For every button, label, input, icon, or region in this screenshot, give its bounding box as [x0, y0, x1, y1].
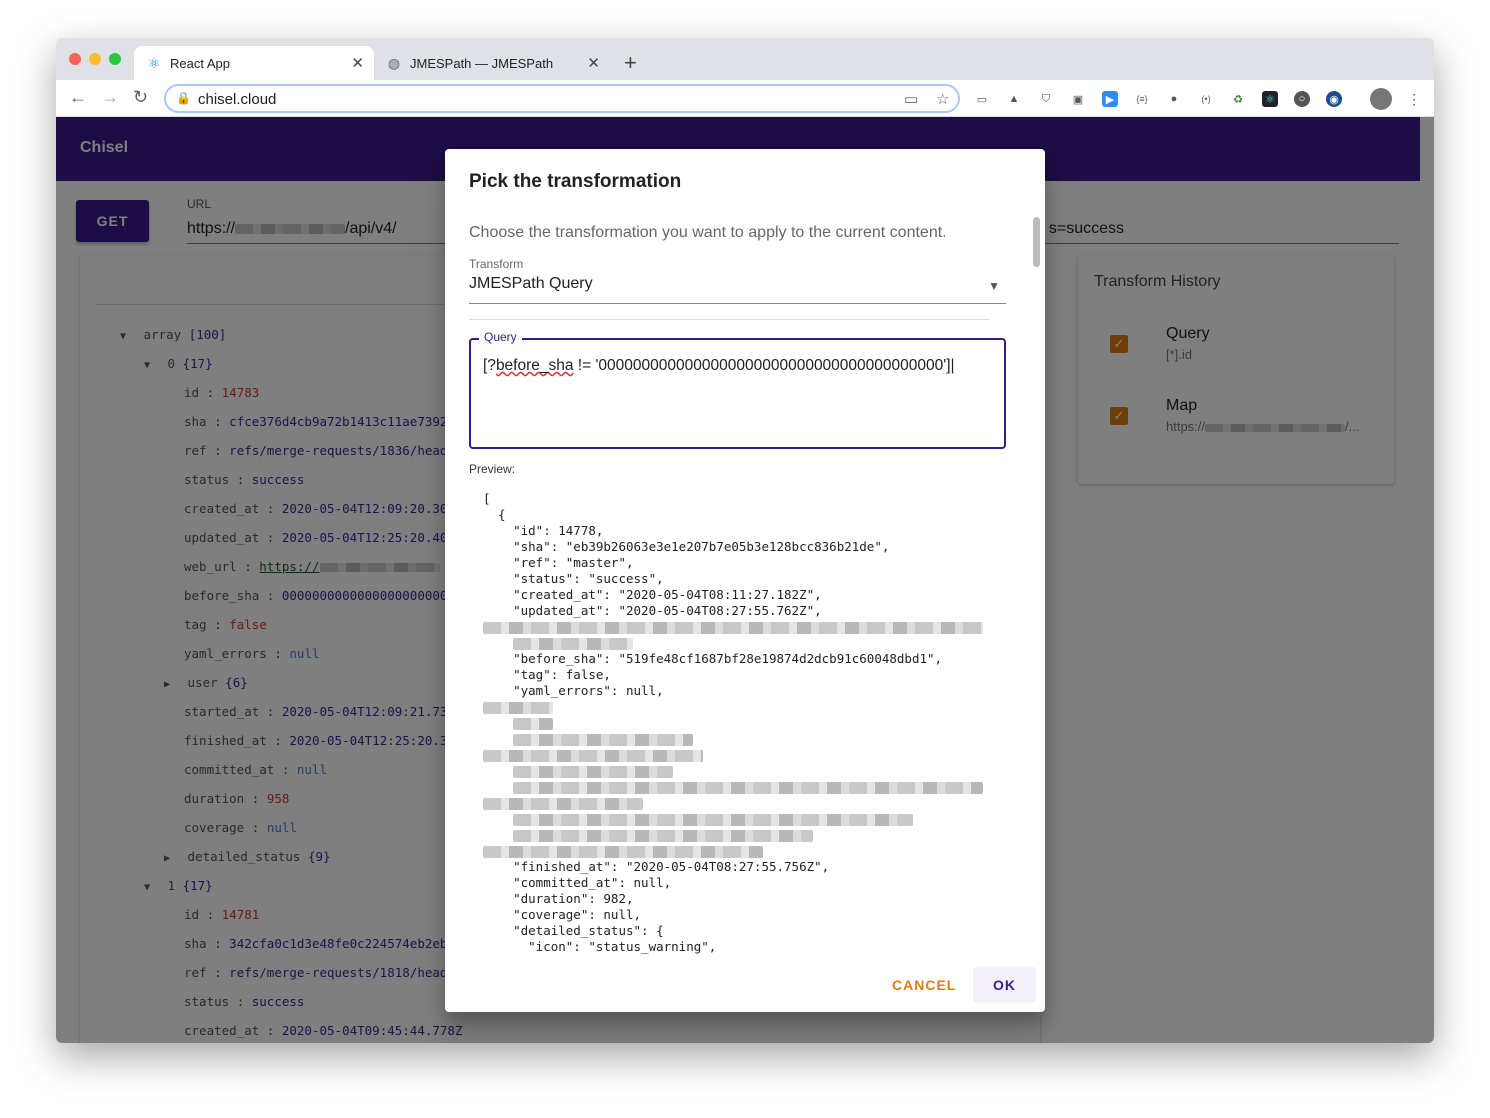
preview-line: "detailed_status": {	[483, 923, 664, 938]
preview-line: "duration": 982,	[483, 891, 634, 906]
query-label: Query	[479, 330, 522, 344]
tab-title: JMESPath — JMESPath	[410, 55, 554, 71]
preview-line: "yaml_errors": null,	[483, 683, 664, 698]
redacted-text	[483, 731, 983, 747]
transformation-dialog: Pick the transformation Choose the trans…	[445, 149, 1045, 1012]
close-tab-icon[interactable]: ✕	[351, 54, 364, 72]
redacted-text	[483, 699, 983, 715]
extension-circle-icon[interactable]: ○	[1294, 91, 1310, 107]
avatar[interactable]	[1370, 88, 1392, 110]
redacted-text	[483, 747, 983, 763]
preview-line: "id": 14778,	[483, 523, 604, 538]
back-arrow-icon[interactable]: ←	[69, 87, 87, 108]
extension-drive-icon[interactable]: ▲	[1006, 91, 1022, 107]
divider	[469, 319, 989, 320]
transform-selected-value: JMESPath Query	[469, 275, 593, 292]
preview-line: "coverage": null,	[483, 907, 642, 922]
query-input[interactable]: Query [?before_sha != '00000000000000000…	[469, 330, 1006, 449]
address-text: chisel.cloud	[198, 91, 277, 108]
redacted-text	[483, 827, 983, 843]
globe-icon: ◍	[387, 54, 401, 71]
dialog-title: Pick the transformation	[469, 171, 682, 192]
extension-zoom-icon[interactable]: ▶	[1102, 91, 1118, 107]
tab-strip: ⚛ React App ✕ ◍ JMESPath — JMESPath ✕ +	[56, 38, 1434, 80]
close-window-button[interactable]	[69, 53, 81, 65]
extension-regex-icon[interactable]: (•)	[1198, 91, 1214, 107]
tab-title: React App	[170, 55, 230, 71]
tab-jmespath[interactable]: ◍ JMESPath — JMESPath ✕	[374, 46, 610, 80]
redacted-text	[483, 779, 983, 795]
address-bar[interactable]: 🔒 chisel.cloud ▭ ☆	[164, 84, 960, 113]
dialog-body: Choose the transformation you want to ap…	[445, 213, 1045, 957]
dialog-description: Choose the transformation you want to ap…	[469, 224, 947, 241]
transform-label: Transform	[469, 257, 524, 271]
ok-button[interactable]: OK	[973, 967, 1036, 1003]
forward-arrow-icon[interactable]: →	[101, 87, 119, 108]
dialog-scrollbar[interactable]	[1031, 213, 1043, 957]
redacted-text	[483, 715, 983, 731]
preview-label: Preview:	[469, 462, 516, 476]
dialog-actions: CANCEL OK	[445, 957, 1045, 1012]
bookmark-star-icon[interactable]: ☆	[936, 90, 949, 108]
preview-line: "tag": false,	[483, 667, 611, 682]
preview-line: [	[483, 491, 491, 506]
query-text: [?before_sha != '00000000000000000000000…	[483, 357, 955, 374]
transform-select[interactable]: JMESPath Query ▼	[469, 275, 1006, 304]
extension-json-icon[interactable]: {≡}	[1134, 91, 1150, 107]
redacted-text	[483, 635, 983, 651]
preview-line: "finished_at": "2020-05-04T08:27:55.756Z…	[483, 859, 830, 874]
preview-line: "icon": "status_warning",	[483, 939, 717, 954]
tab-react-app[interactable]: ⚛ React App ✕	[134, 46, 374, 80]
preview-line: "sha": "eb39b26063e3e1e207b7e05b3e128bcc…	[483, 539, 890, 554]
redacted-text	[483, 619, 983, 635]
reload-icon[interactable]: ↻	[133, 87, 148, 108]
minimize-window-button[interactable]	[89, 53, 101, 65]
extension-recycle-icon[interactable]: ♻	[1230, 91, 1246, 107]
more-menu-icon[interactable]: ⋮	[1406, 91, 1422, 107]
extension-react-icon[interactable]: ⚛	[1262, 91, 1278, 107]
lock-icon: 🔒	[176, 91, 191, 105]
preview-line: "ref": "master",	[483, 555, 634, 570]
extension-cookie-icon[interactable]: ●	[1166, 91, 1182, 107]
preview-line: "created_at": "2020-05-04T08:11:27.182Z"…	[483, 587, 822, 602]
close-tab-icon[interactable]: ✕	[587, 54, 600, 72]
redacted-text	[483, 843, 983, 859]
cancel-button[interactable]: CANCEL	[892, 977, 956, 993]
preview-line: "status": "success",	[483, 571, 664, 586]
scrollbar-thumb[interactable]	[1033, 217, 1040, 267]
extension-laptop-icon[interactable]: ▭	[974, 91, 990, 107]
preview-line: "updated_at": "2020-05-04T08:27:55.762Z"…	[483, 603, 822, 618]
browser-toolbar: ← → ↻ 🔒 chisel.cloud ▭ ☆ ▭ ▲ ⛉ ▣ ▶ {≡} ●…	[56, 80, 1434, 117]
chevron-down-icon: ▼	[988, 279, 1000, 293]
extension-shield-icon[interactable]: ⛉	[1038, 91, 1054, 107]
react-icon: ⚛	[147, 54, 161, 71]
maximize-window-button[interactable]	[109, 53, 121, 65]
new-tab-button[interactable]: +	[624, 50, 637, 76]
redacted-text	[483, 811, 983, 827]
preview-line: {	[483, 507, 506, 522]
browser-window: ⚛ React App ✕ ◍ JMESPath — JMESPath ✕ + …	[56, 38, 1434, 1043]
extension-image-icon[interactable]: ▣	[1070, 91, 1086, 107]
redacted-text	[483, 795, 983, 811]
extension-search-icon[interactable]: ◉	[1326, 91, 1342, 107]
cast-icon[interactable]: ▭	[904, 90, 918, 108]
preview-line: "before_sha": "519fe48cf1687bf28e19874d2…	[483, 651, 943, 666]
redacted-text	[483, 763, 983, 779]
preview-json: [ { "id": 14778, "sha": "eb39b26063e3e1e…	[483, 491, 983, 955]
preview-line: "committed_at": null,	[483, 875, 672, 890]
